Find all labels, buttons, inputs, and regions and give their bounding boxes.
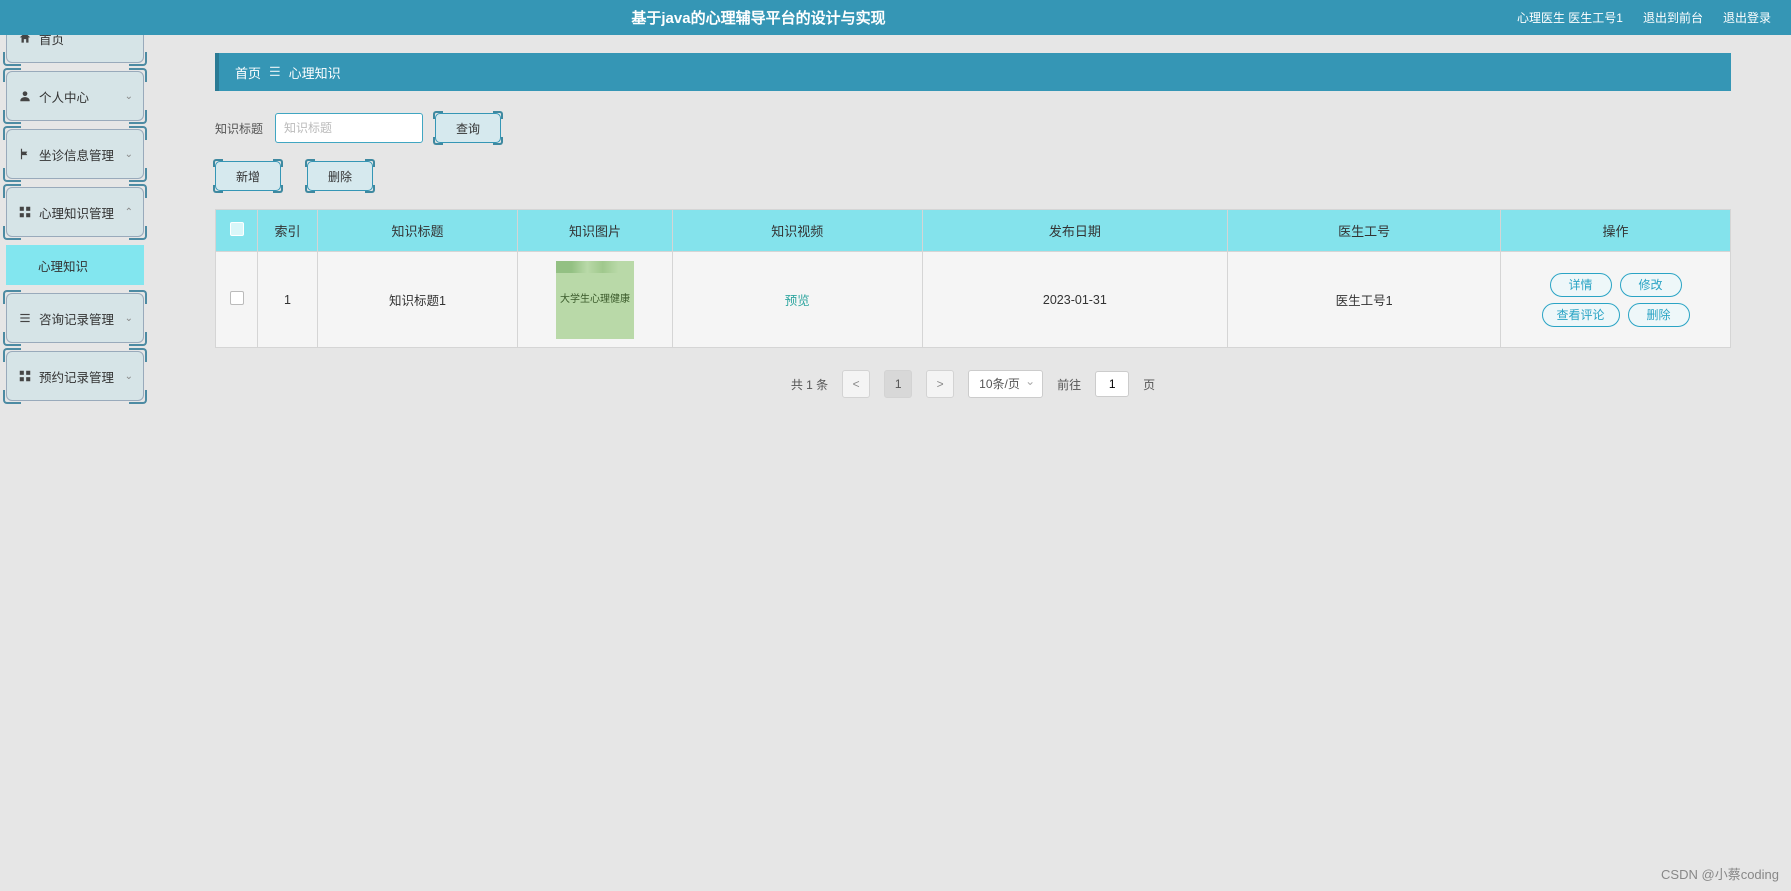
watermark: CSDN @小蔡coding [1661, 864, 1779, 883]
pagination-goto-label: 前往 [1057, 376, 1081, 393]
list-icon [17, 310, 33, 326]
sidebar-subitem-knowledge[interactable]: 心理知识 [6, 245, 144, 285]
cell-image: 大学生心理健康 [518, 252, 673, 348]
table-header-image: 知识图片 [518, 210, 673, 252]
exit-to-front-link[interactable]: 退出到前台 [1643, 9, 1703, 26]
pagination-goto-input[interactable] [1095, 371, 1129, 397]
toolbar: 新增 删除 [215, 161, 1731, 191]
sidebar-item-label: 个人中心 [39, 87, 89, 106]
top-bar: 基于java的心理辅导平台的设计与实现 心理医生 医生工号1 退出到前台 退出登… [0, 0, 1791, 35]
sidebar-item-appointment-records[interactable]: 预约记录管理 ⌄ [6, 351, 144, 401]
flag-icon [17, 146, 33, 162]
cell-doctor: 医生工号1 [1228, 252, 1501, 348]
add-button-label: 新增 [236, 168, 260, 185]
sidebar-item-label: 心理知识管理 [39, 203, 114, 222]
cell-index: 1 [258, 252, 318, 348]
pagination: 共 1 条 < 1 > 10条/页 前往 页 [215, 370, 1731, 398]
pagination-prev-button[interactable]: < [842, 370, 870, 398]
cell-title: 知识标题1 [318, 252, 518, 348]
sidebar-item-consult-records[interactable]: 咨询记录管理 ⌄ [6, 293, 144, 343]
breadcrumb-current: 心理知识 [289, 63, 341, 82]
table-row: 1 知识标题1 大学生心理健康 预览 2023-01-31 医生工号1 详情 修… [216, 252, 1731, 348]
delete-button[interactable]: 删除 [307, 161, 373, 191]
pagination-next-button[interactable]: > [926, 370, 954, 398]
search-button[interactable]: 查询 [435, 113, 501, 143]
pagination-goto-suffix: 页 [1143, 376, 1155, 393]
filter-title-input[interactable] [275, 113, 423, 143]
logout-link[interactable]: 退出登录 [1723, 9, 1771, 26]
pagination-pagesize-select[interactable]: 10条/页 [968, 370, 1043, 398]
current-user-label[interactable]: 心理医生 医生工号1 [1517, 9, 1623, 26]
cell-ops: 详情 修改 查看评论 删除 [1501, 252, 1731, 348]
select-all-checkbox[interactable] [230, 222, 244, 236]
data-table: 索引 知识标题 知识图片 知识视频 发布日期 医生工号 操作 1 知识标题1 [215, 209, 1731, 348]
sidebar-subitem-label: 心理知识 [38, 256, 88, 275]
sidebar-item-profile[interactable]: 个人中心 ⌄ [6, 71, 144, 121]
user-icon [17, 88, 33, 104]
breadcrumb: 首页 ☰ 心理知识 [215, 53, 1731, 91]
filter-title-label: 知识标题 [215, 120, 263, 137]
table-header-ops: 操作 [1501, 210, 1731, 252]
table-header-date: 发布日期 [922, 210, 1228, 252]
table-header-video: 知识视频 [673, 210, 923, 252]
table-header-title: 知识标题 [318, 210, 518, 252]
cell-date: 2023-01-31 [922, 252, 1228, 348]
row-checkbox[interactable] [230, 291, 244, 305]
breadcrumb-separator-icon: ☰ [269, 64, 281, 80]
app-title: 基于java的心理辅导平台的设计与实现 [0, 7, 1517, 28]
sidebar-item-label: 预约记录管理 [39, 367, 114, 386]
filter-bar: 知识标题 查询 [215, 113, 1731, 143]
chevron-down-icon: ⌄ [125, 149, 133, 160]
grid-icon [17, 368, 33, 384]
topbar-actions: 心理医生 医生工号1 退出到前台 退出登录 [1517, 9, 1791, 26]
chevron-up-icon: ⌃ [125, 207, 133, 218]
edit-button[interactable]: 修改 [1620, 273, 1682, 297]
chevron-down-icon: ⌄ [125, 371, 133, 382]
pagination-page-1[interactable]: 1 [884, 370, 912, 398]
detail-button[interactable]: 详情 [1550, 273, 1612, 297]
search-button-label: 查询 [456, 120, 480, 137]
sidebar-item-knowledge[interactable]: 心理知识管理 ⌃ [6, 187, 144, 237]
table-header-doctor: 医生工号 [1228, 210, 1501, 252]
sidebar-item-label: 坐诊信息管理 [39, 145, 114, 164]
video-preview-link[interactable]: 预览 [785, 294, 810, 308]
sidebar: 首页 个人中心 ⌄ 坐诊信息管理 ⌄ 心理知识管理 ⌃ 心理知识 咨询记录管理 … [0, 0, 150, 891]
knowledge-thumbnail[interactable]: 大学生心理健康 [556, 261, 634, 339]
cell-video: 预览 [673, 252, 923, 348]
chevron-down-icon: ⌄ [125, 91, 133, 102]
add-button[interactable]: 新增 [215, 161, 281, 191]
pagination-total: 共 1 条 [791, 376, 828, 393]
view-comments-button[interactable]: 查看评论 [1542, 303, 1620, 327]
chevron-down-icon: ⌄ [125, 313, 133, 324]
sidebar-item-label: 咨询记录管理 [39, 309, 114, 328]
row-delete-button[interactable]: 删除 [1628, 303, 1690, 327]
delete-button-label: 删除 [328, 168, 352, 185]
main-area: 首页 ☰ 心理知识 知识标题 查询 新增 删除 [155, 0, 1791, 428]
thumbnail-caption: 大学生心理健康 [560, 293, 630, 307]
grid-icon [17, 204, 33, 220]
table-header-checkbox [216, 210, 258, 252]
breadcrumb-home[interactable]: 首页 [235, 63, 261, 82]
table-header-index: 索引 [258, 210, 318, 252]
sidebar-item-consult-info[interactable]: 坐诊信息管理 ⌄ [6, 129, 144, 179]
